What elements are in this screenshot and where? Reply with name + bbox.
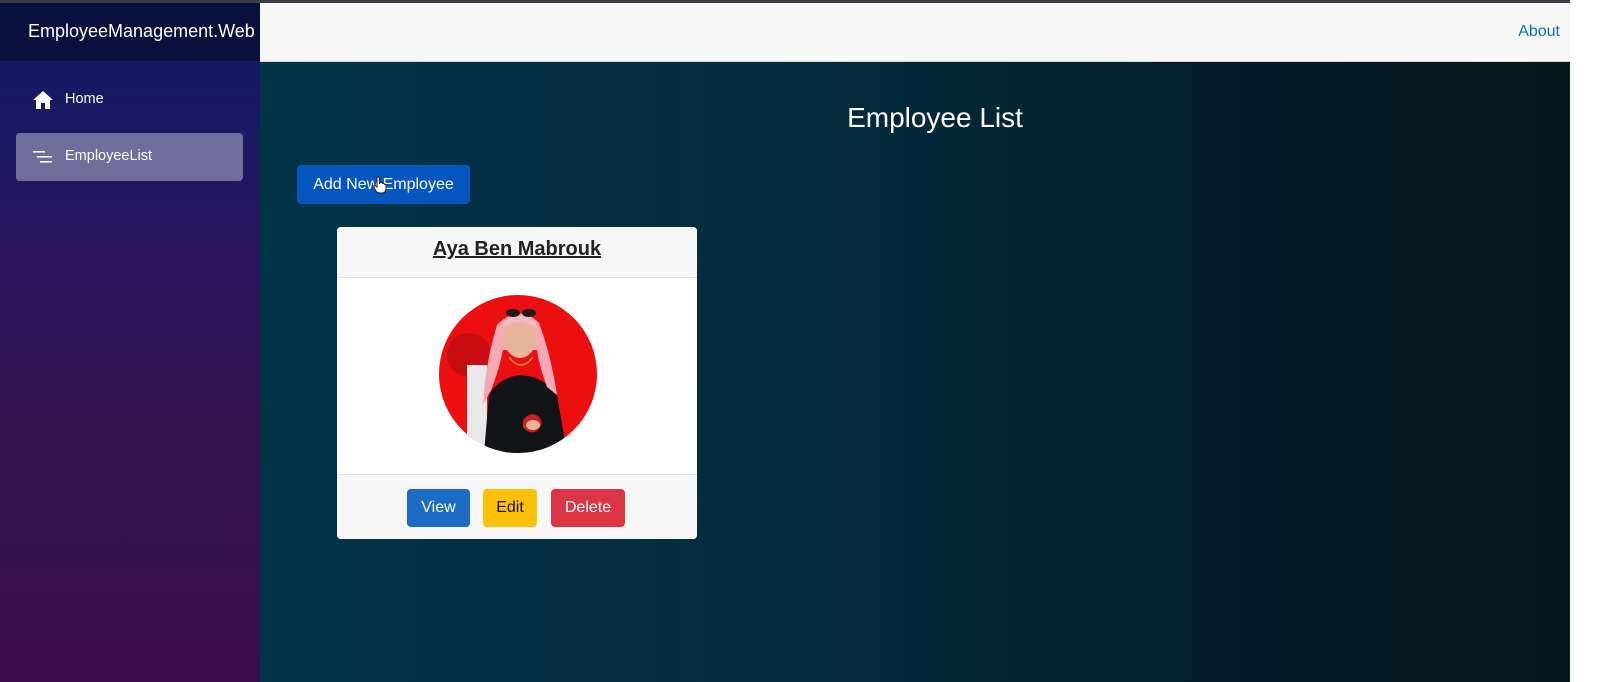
sidebar-item-label: Home	[65, 91, 104, 107]
card-header: Aya Ben Mabrouk	[337, 227, 697, 278]
home-icon	[33, 91, 53, 109]
employee-photo	[439, 295, 597, 453]
brand-title[interactable]: EmployeeManagement.Web	[28, 21, 255, 42]
edit-button[interactable]: Edit	[483, 489, 537, 527]
top-bar: About	[260, 3, 1600, 62]
sidebar-item-home[interactable]: Home	[16, 76, 243, 124]
sidebar: EmployeeManagement.Web Home EmployeeList	[0, 3, 260, 682]
view-button[interactable]: View	[407, 489, 470, 527]
app-window: EmployeeManagement.Web Home EmployeeList…	[0, 0, 1600, 682]
page-title: Employee List	[847, 102, 1023, 133]
list-icon	[33, 151, 52, 163]
main-content: Employee List Add New Employee Aya Ben M…	[260, 62, 1600, 682]
sidebar-item-employeelist[interactable]: EmployeeList	[16, 133, 243, 181]
brand-bar: EmployeeManagement.Web	[0, 3, 260, 61]
sidebar-item-label: EmployeeList	[65, 148, 153, 164]
window-right-edge	[1570, 0, 1600, 682]
about-link[interactable]: About	[1518, 23, 1560, 41]
employee-name-link[interactable]: Aya Ben Mabrouk	[337, 238, 697, 261]
card-footer: View Edit Delete	[337, 474, 697, 539]
delete-button[interactable]: Delete	[551, 489, 625, 527]
hand-cursor-icon	[373, 176, 387, 194]
employee-card: Aya Ben Mabrouk View Edit Delete	[337, 227, 697, 539]
